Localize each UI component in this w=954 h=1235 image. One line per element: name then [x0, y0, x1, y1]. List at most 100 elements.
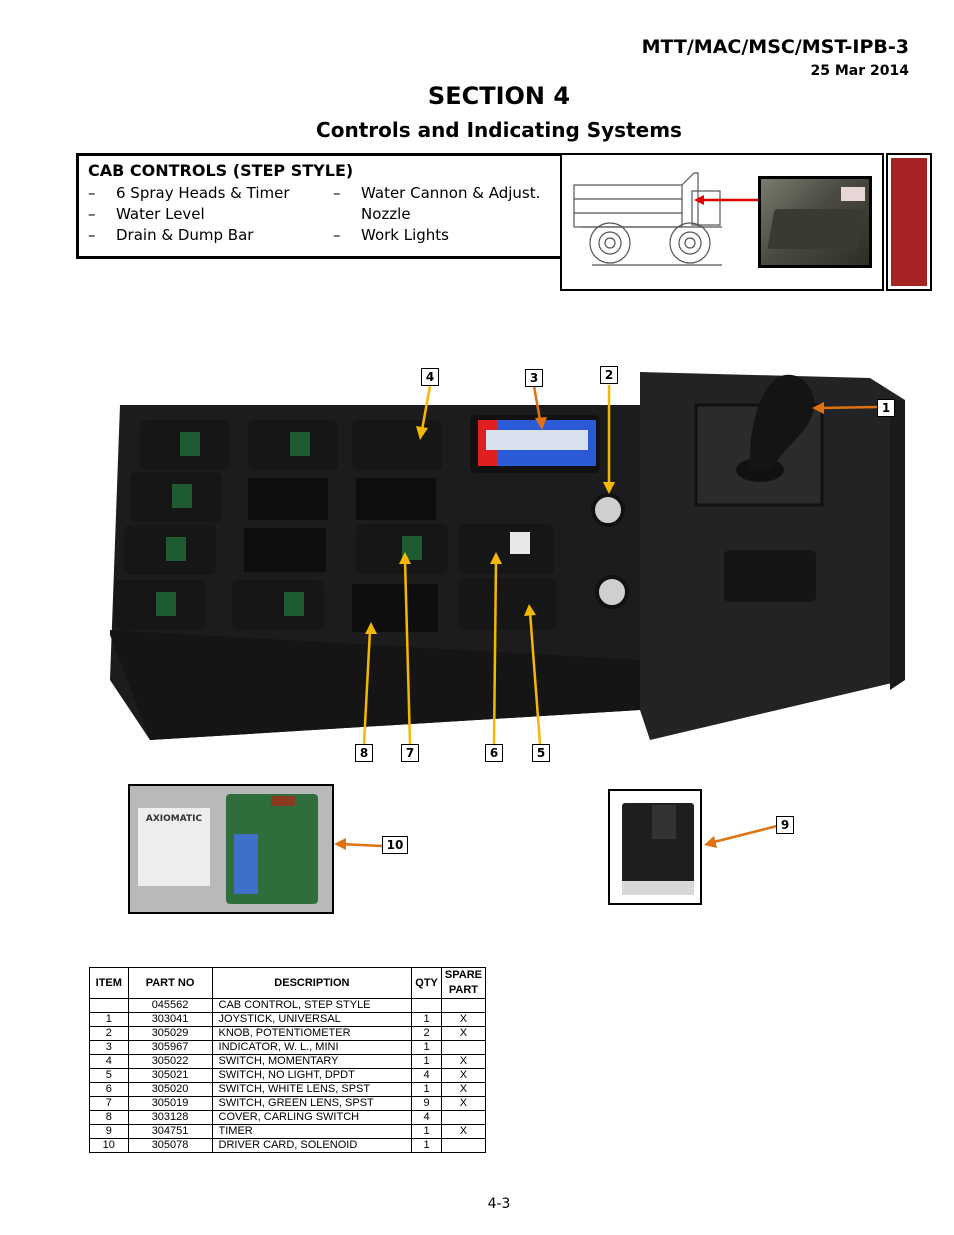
list-item: –6 Spray Heads & Timer [88, 184, 290, 202]
white-lens-switch [458, 524, 554, 574]
green-lens-switch [232, 580, 324, 630]
callout-label-9: 9 [776, 816, 794, 834]
callout-label-8: 8 [355, 744, 373, 762]
list-item: – Water Level [88, 205, 205, 223]
cell-qty: 1 [411, 1054, 442, 1069]
cell-qty: 9 [411, 1096, 442, 1111]
cell-qty: 1 [411, 1082, 442, 1097]
cell-item: 9 [89, 1124, 129, 1139]
callout-label-2: 2 [600, 366, 618, 384]
cell-part-no: 305967 [127, 1040, 213, 1055]
cell-part-no: 303128 [127, 1110, 213, 1125]
callout-label-10: 10 [382, 836, 408, 854]
callout-label-4: 4 [421, 368, 439, 386]
cell-description: SWITCH, GREEN LENS, SPST [211, 1096, 413, 1111]
cab-controls-right-list: – Water Cannon & Adjust. Nozzle – Work Lig… [333, 183, 563, 246]
cell-item: 8 [89, 1110, 129, 1125]
switch-cover [356, 478, 436, 520]
switch-cover [244, 528, 326, 572]
callout-arrow-10 [339, 842, 383, 848]
cell-part-no: 305078 [127, 1138, 213, 1153]
list-item: – Water Cannon & Adjust. [333, 184, 541, 202]
cell-qty: 2 [411, 1026, 442, 1041]
cell-item: 5 [89, 1068, 129, 1083]
cell-item [89, 998, 129, 1013]
cell-item: 6 [89, 1082, 129, 1097]
timer-photo [608, 789, 702, 905]
cell-part-no: 303041 [127, 1012, 213, 1027]
table-header-row: ITEM PART NO DESCRIPTION QTY SPARE PART [89, 967, 487, 999]
cell-item: 4 [89, 1054, 129, 1069]
cell-spare [440, 1040, 487, 1055]
column-header-part-no: PART NO [127, 967, 213, 999]
cell-description: INDICATOR, W. L., MINI [211, 1040, 413, 1055]
cell-part-no: 305021 [127, 1068, 213, 1083]
cell-qty: 1 [411, 1012, 442, 1027]
parts-table: ITEM PART NO DESCRIPTION QTY SPARE PART … [89, 967, 487, 1153]
cell-qty: 4 [411, 1068, 442, 1083]
locator-arrow-icon [694, 195, 760, 205]
cell-description: KNOB, POTENTIOMETER [211, 1026, 413, 1041]
cell-item: 10 [89, 1138, 129, 1153]
column-header-item: ITEM [89, 967, 129, 999]
table-row: 2 305029 KNOB, POTENTIOMETER 2 X [89, 1026, 487, 1041]
cell-spare: X [440, 1096, 487, 1111]
cab-control-location-photo [758, 176, 872, 268]
table-row: 5 305021 SWITCH, NO LIGHT, DPDT 4 X [89, 1068, 487, 1083]
green-lens-switch [114, 580, 206, 630]
callout-arrow-9 [709, 824, 778, 845]
cell-part-no: 305029 [127, 1026, 213, 1041]
cell-description: SWITCH, WHITE LENS, SPST [211, 1082, 413, 1097]
section-subtitle: Controls and Indicating Systems [316, 118, 682, 142]
cell-part-no: 045562 [127, 998, 213, 1013]
column-header-spare-part: SPARE PART [440, 967, 487, 999]
callout-label-6: 6 [485, 744, 503, 762]
momentary-switch [352, 420, 442, 470]
cell-item: 7 [89, 1096, 129, 1111]
no-light-switch [458, 578, 556, 630]
cell-qty: 4 [411, 1110, 442, 1125]
cab-controls-box: CAB CONTROLS (STEP STYLE) –6 Spray Heads… [76, 153, 560, 259]
column-header-qty: QTY [411, 967, 442, 999]
callout-label-7: 7 [401, 744, 419, 762]
table-row: 045562 CAB CONTROL, STEP STYLE [89, 998, 487, 1013]
callout-label-5: 5 [532, 744, 550, 762]
green-lens-switch [140, 420, 230, 470]
document-date: 25 Mar 2014 [810, 63, 909, 79]
table-row: 8 303128 COVER, CARLING SWITCH 4 [89, 1110, 487, 1125]
cell-spare [440, 1138, 487, 1153]
cell-part-no: 305019 [127, 1096, 213, 1111]
cell-description: JOYSTICK, UNIVERSAL [211, 1012, 413, 1027]
callout-label-3: 3 [525, 369, 543, 387]
section-tab-fill [891, 158, 927, 286]
green-lens-switch [124, 525, 216, 575]
cell-description: COVER, CARLING SWITCH [211, 1110, 413, 1125]
cell-spare [440, 1110, 487, 1125]
cab-controls-title: CAB CONTROLS (STEP STYLE) [88, 161, 354, 180]
cell-spare: X [440, 1068, 487, 1083]
table-row: 4 305022 SWITCH, MOMENTARY 1 X [89, 1054, 487, 1069]
table-row: 6 305020 SWITCH, WHITE LENS, SPST 1 X [89, 1082, 487, 1097]
cell-qty: 1 [411, 1138, 442, 1153]
cell-spare [440, 998, 487, 1013]
cell-item: 2 [89, 1026, 129, 1041]
list-item: Nozzle [361, 205, 411, 223]
green-lens-switch [356, 524, 448, 574]
locator-box [560, 153, 884, 291]
table-row: 10 305078 DRIVER CARD, SOLENOID 1 [89, 1138, 487, 1153]
section-tab-marker [886, 153, 932, 291]
switch-cover [352, 584, 438, 632]
table-row: 9 304751 TIMER 1 X [89, 1124, 487, 1139]
table-row: 7 305019 SWITCH, GREEN LENS, SPST 9 X [89, 1096, 487, 1111]
cell-spare: X [440, 1054, 487, 1069]
green-lens-switch [130, 472, 222, 522]
cell-part-no: 305020 [127, 1082, 213, 1097]
cell-spare: X [440, 1124, 487, 1139]
driver-card-circuit-board [226, 794, 318, 904]
document-id: MTT/MAC/MSC/MST-IPB-3 [641, 36, 909, 58]
list-item: – Drain & Dump Bar [88, 226, 254, 244]
parts-table-body: 045562 CAB CONTROL, STEP STYLE 1 303041 JOYS… [89, 998, 487, 1153]
cell-qty [411, 998, 442, 1013]
driver-card-label-sticker: AXIOMATIC [138, 808, 210, 886]
driver-card-photo: AXIOMATIC [128, 784, 334, 914]
